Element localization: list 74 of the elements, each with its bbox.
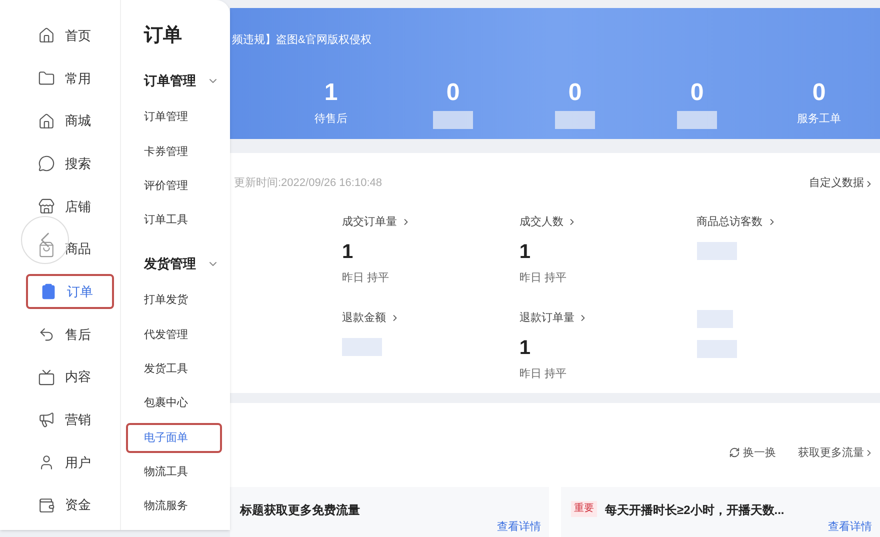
nav-item[interactable]: 资金 xyxy=(26,487,114,523)
stat-label: 服务工单 xyxy=(797,112,841,126)
metric-title[interactable]: 成交订单量 xyxy=(342,214,520,230)
metric-title[interactable]: 成交人数 xyxy=(519,214,697,230)
redacted-block xyxy=(677,110,717,128)
nav-item[interactable]: 店铺 xyxy=(26,188,114,224)
stat-value: 0 xyxy=(568,78,582,106)
stat-label: 待售后 xyxy=(314,112,348,126)
nav-item[interactable]: 营销 xyxy=(26,402,114,438)
bag-icon xyxy=(38,240,55,258)
tv-icon xyxy=(38,368,55,386)
nav-item[interactable]: 售后 xyxy=(26,316,114,352)
nav-item[interactable]: 商城 xyxy=(26,103,114,139)
tag: 重要 xyxy=(571,501,597,517)
redacted-block xyxy=(696,310,733,328)
metric-value: 1 xyxy=(342,240,354,264)
nav-item[interactable]: 常用 xyxy=(26,60,114,96)
redacted-block xyxy=(696,340,737,358)
submenu-group-header[interactable]: 发货管理 xyxy=(144,252,219,276)
submenu-item[interactable]: 卡券管理 xyxy=(144,136,222,167)
metric-value: 1 xyxy=(519,336,532,360)
house-icon xyxy=(38,112,55,130)
nav-item[interactable]: 商品 xyxy=(26,231,114,267)
metric-compare: 昨日 持平 xyxy=(342,270,390,286)
submenu-item[interactable]: 代发管理 xyxy=(144,320,222,350)
stat-value: 0 xyxy=(812,78,826,106)
metric-title[interactable]: 商品总访客数 xyxy=(696,214,874,230)
nav-item[interactable]: 首页 xyxy=(26,18,114,54)
custom-data-link[interactable]: 自定义数据 xyxy=(809,175,874,192)
more-traffic-link[interactable]: 获取更多流量 xyxy=(798,444,874,461)
submenu-item[interactable]: 包裹中心 xyxy=(144,388,222,419)
chat-bubble-icon xyxy=(38,155,55,172)
stat-value: 0 xyxy=(690,78,704,106)
submenu-item[interactable]: 电子面单 xyxy=(126,422,222,453)
metric-value: 1 xyxy=(519,240,532,264)
submenu-item[interactable]: 评价管理 xyxy=(144,171,222,202)
folder-icon xyxy=(38,70,55,87)
submenu-item[interactable]: 发货工具 xyxy=(144,354,222,384)
tip-text: 标题获取更多免费流量 xyxy=(240,502,360,519)
submenu-item[interactable]: 物流工具 xyxy=(144,457,222,488)
metric-compare: 昨日 持平 xyxy=(519,270,568,286)
home-icon xyxy=(38,27,55,44)
stat-value: 0 xyxy=(446,78,460,106)
metric-compare: 昨日 持平 xyxy=(519,366,568,382)
update-time: 更新时间:2022/09/26 16:10:48 xyxy=(234,176,382,192)
nav-item[interactable]: 内容 xyxy=(26,359,114,395)
tip-text: 每天开播时长≥2小时，开播天数... xyxy=(605,502,784,519)
notice-text: 频违规】盗图&官网版权侵权 xyxy=(232,32,372,48)
submenu-item[interactable]: 订单工具 xyxy=(144,205,222,236)
submenu-item[interactable]: 订单管理 xyxy=(144,102,222,132)
redacted-block xyxy=(342,338,382,356)
store-icon xyxy=(38,198,55,215)
refresh-button[interactable]: 换一换 xyxy=(729,444,776,461)
view-details-link[interactable]: 查看详情 xyxy=(497,518,541,535)
nav-item[interactable]: 订单 xyxy=(26,274,114,310)
submenu-title: 订单 xyxy=(144,24,183,48)
stat-value: 1 xyxy=(324,78,338,106)
megaphone-icon xyxy=(38,411,55,428)
metric-title[interactable]: 退款金额 xyxy=(342,310,520,326)
user-icon xyxy=(38,454,55,471)
wallet-icon xyxy=(38,496,55,514)
nav-item[interactable]: 搜索 xyxy=(26,146,114,182)
nav-item[interactable]: 用户 xyxy=(26,444,114,480)
undo-icon xyxy=(38,326,55,343)
submenu-item[interactable]: 打单发货 xyxy=(144,286,222,316)
refresh-icon xyxy=(729,447,740,458)
redacted-block xyxy=(433,110,473,128)
submenu-item[interactable]: 物流服务 xyxy=(144,491,222,522)
view-details-link[interactable]: 查看详情 xyxy=(828,518,872,535)
redacted-block xyxy=(696,242,737,260)
clipboard-icon xyxy=(40,283,57,300)
metric-title[interactable]: 退款订单量 xyxy=(519,310,697,326)
redacted-block xyxy=(555,110,595,128)
submenu-group-header[interactable]: 订单管理 xyxy=(144,68,219,92)
